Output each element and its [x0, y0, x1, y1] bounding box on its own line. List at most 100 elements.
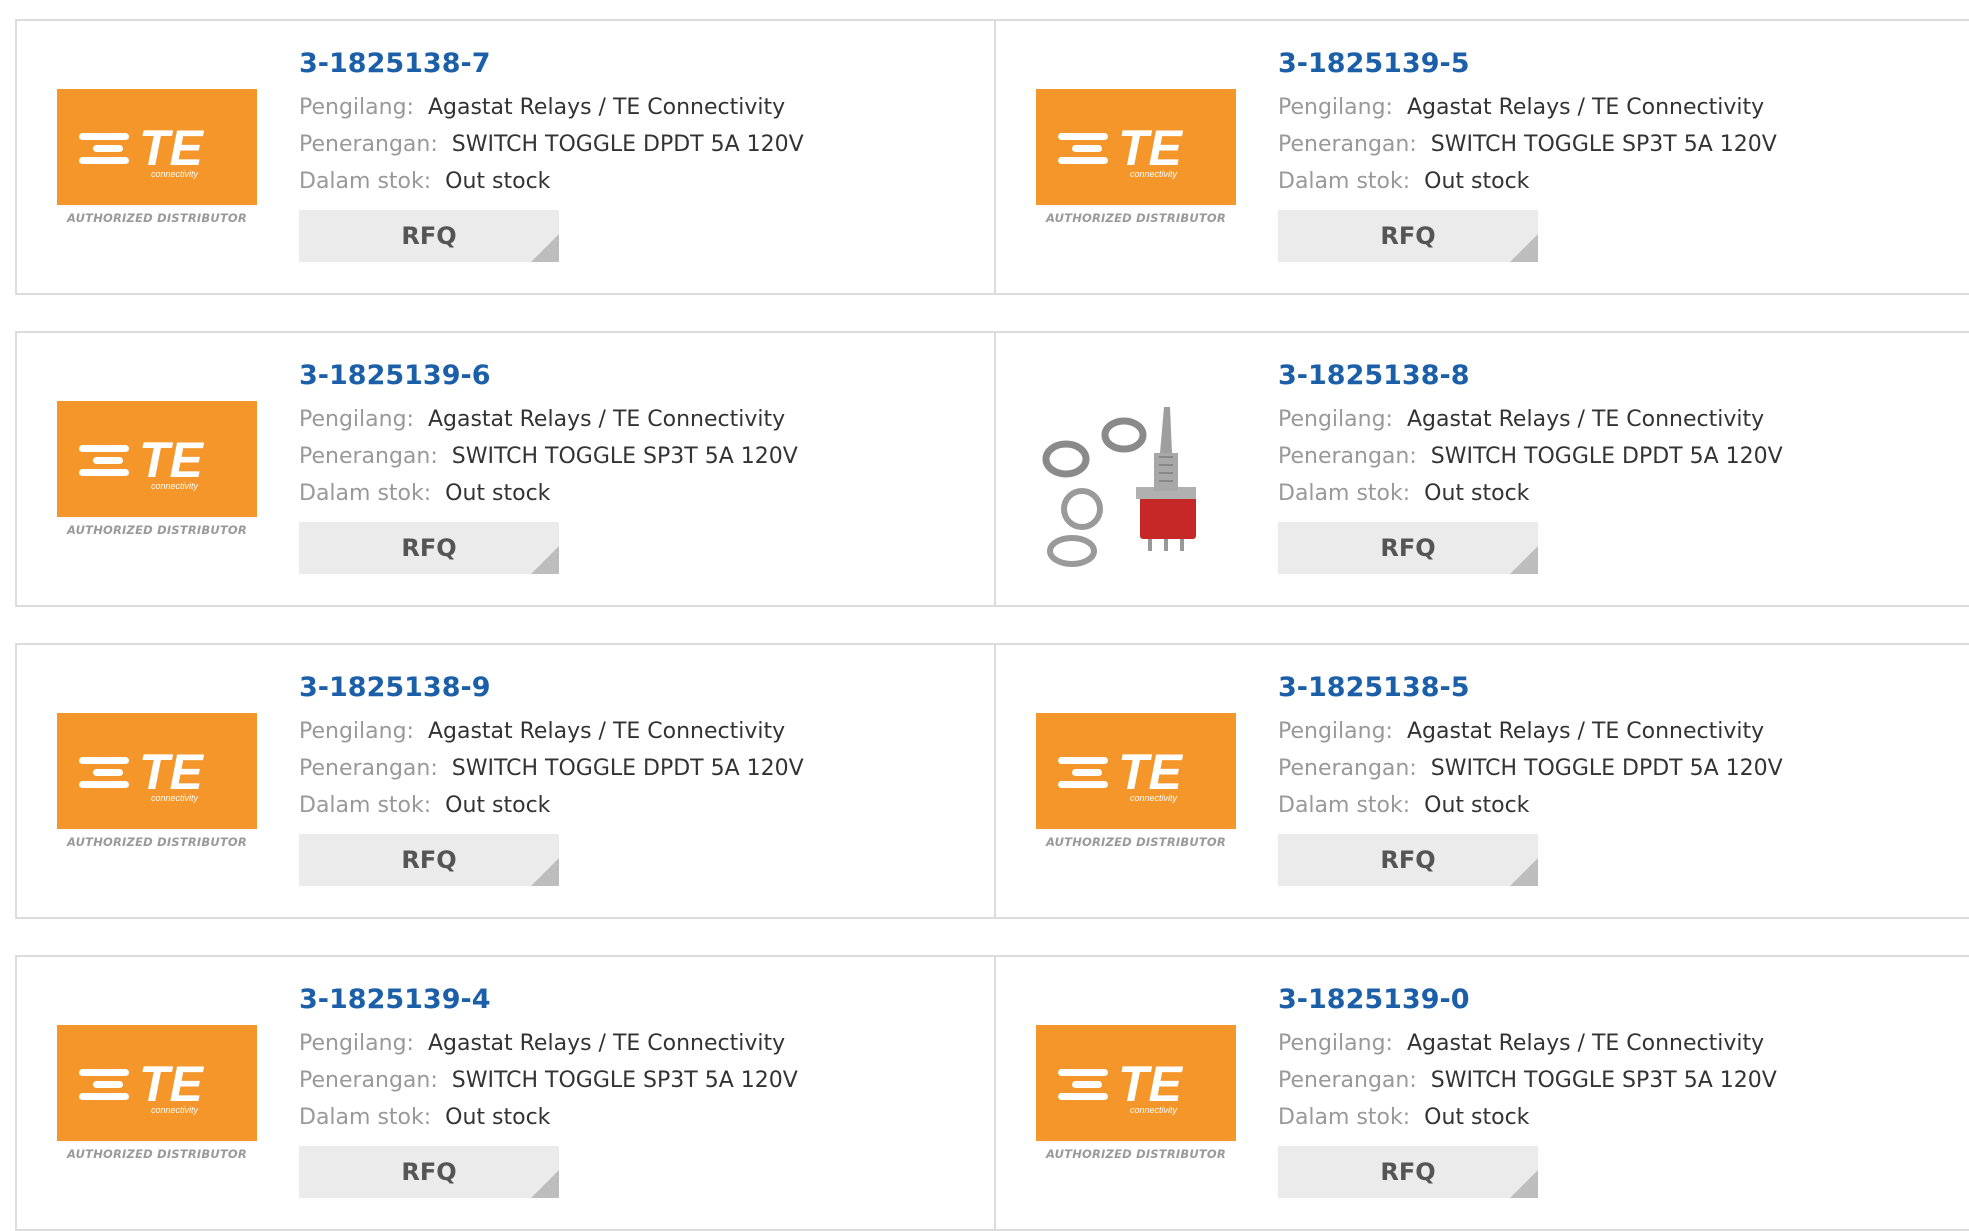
stock-row: Dalam stok: Out stock: [299, 163, 804, 200]
stock-label: Dalam stok:: [1278, 793, 1411, 818]
rfq-button[interactable]: RFQ: [1278, 1146, 1538, 1198]
stock-label: Dalam stok:: [299, 481, 432, 506]
te-logo-image[interactable]: TE connectivity AUTHORIZED DISTRIBUTOR: [57, 401, 257, 551]
rfq-button-label: RFQ: [401, 846, 457, 874]
manufacturer-label: Pengilang:: [1278, 407, 1393, 432]
rfq-button[interactable]: RFQ: [299, 1146, 559, 1198]
description-row: Penerangan: SWITCH TOGGLE DPDT 5A 120V: [1278, 750, 1783, 787]
te-logo-image[interactable]: TE connectivity AUTHORIZED DISTRIBUTOR: [57, 713, 257, 863]
te-logo-image[interactable]: TE connectivity AUTHORIZED DISTRIBUTOR: [57, 89, 257, 239]
corner-triangle-icon: [531, 858, 559, 886]
description-value: SWITCH TOGGLE SP3T 5A 120V: [451, 1068, 798, 1093]
te-logo-image[interactable]: TE connectivity AUTHORIZED DISTRIBUTOR: [1036, 89, 1236, 239]
stock-label: Dalam stok:: [1278, 481, 1411, 506]
manufacturer-row: Pengilang: Agastat Relays / TE Connectivi…: [299, 1025, 798, 1062]
svg-text:TE: TE: [1118, 120, 1184, 176]
svg-text:TE: TE: [1118, 744, 1184, 800]
part-number-link[interactable]: 3-1825139-0: [1278, 983, 1777, 1017]
stock-row: Dalam stok: Out stock: [1278, 163, 1777, 200]
manufacturer-label: Pengilang:: [299, 407, 414, 432]
corner-triangle-icon: [531, 546, 559, 574]
corner-triangle-icon: [531, 234, 559, 262]
description-label: Penerangan:: [1278, 756, 1417, 781]
rfq-button-label: RFQ: [401, 1158, 457, 1186]
manufacturer-label: Pengilang:: [299, 1031, 414, 1056]
manufacturer-value: Agastat Relays / TE Connectivity: [1406, 719, 1765, 744]
te-logo-image[interactable]: TE connectivity AUTHORIZED DISTRIBUTOR: [1036, 1025, 1236, 1175]
manufacturer-row: Pengilang: Agastat Relays / TE Connectivi…: [299, 713, 804, 750]
part-number-link[interactable]: 3-1825139-6: [299, 359, 798, 393]
stock-label: Dalam stok:: [1278, 169, 1411, 194]
stock-value: Out stock: [445, 169, 551, 194]
te-logo-image[interactable]: TE connectivity AUTHORIZED DISTRIBUTOR: [1036, 713, 1236, 863]
rfq-button-label: RFQ: [1380, 534, 1436, 562]
description-row: Penerangan: SWITCH TOGGLE DPDT 5A 120V: [299, 126, 804, 163]
stock-label: Dalam stok:: [299, 793, 432, 818]
product-info: 3-1825139-0 Pengilang: Agastat Relays / T…: [1278, 983, 1777, 1198]
part-number-link[interactable]: 3-1825138-5: [1278, 671, 1783, 705]
svg-text:TE: TE: [139, 1056, 205, 1112]
part-number-link[interactable]: 3-1825139-4: [299, 983, 798, 1017]
part-number-link[interactable]: 3-1825138-8: [1278, 359, 1783, 393]
manufacturer-label: Pengilang:: [1278, 719, 1393, 744]
description-label: Penerangan:: [1278, 1068, 1417, 1093]
rfq-button[interactable]: RFQ: [1278, 834, 1538, 886]
description-row: Penerangan: SWITCH TOGGLE SP3T 5A 120V: [299, 1062, 798, 1099]
description-label: Penerangan:: [299, 1068, 438, 1093]
product-grid: TE connectivity AUTHORIZED DISTRIBUTOR 3…: [15, 19, 1969, 1231]
stock-row: Dalam stok: Out stock: [1278, 1099, 1777, 1136]
te-logo-icon: TE connectivity: [57, 401, 257, 517]
logo-caption: AUTHORIZED DISTRIBUTOR: [67, 211, 247, 225]
toggle-switch-photo[interactable]: [1036, 377, 1236, 577]
stock-row: Dalam stok: Out stock: [299, 787, 804, 824]
description-label: Penerangan:: [1278, 132, 1417, 157]
description-value: SWITCH TOGGLE SP3T 5A 120V: [1430, 132, 1777, 157]
part-number-link[interactable]: 3-1825139-5: [1278, 47, 1777, 81]
logo-caption: AUTHORIZED DISTRIBUTOR: [67, 1147, 247, 1161]
description-value: SWITCH TOGGLE DPDT 5A 120V: [451, 132, 804, 157]
svg-text:connectivity: connectivity: [151, 1105, 199, 1115]
manufacturer-value: Agastat Relays / TE Connectivity: [427, 1031, 786, 1056]
svg-text:TE: TE: [1118, 1056, 1184, 1112]
description-value: SWITCH TOGGLE DPDT 5A 120V: [1430, 756, 1783, 781]
rfq-button[interactable]: RFQ: [299, 834, 559, 886]
stock-row: Dalam stok: Out stock: [299, 475, 798, 512]
product-card: 3-1825138-8 Pengilang: Agastat Relays / T…: [994, 331, 1969, 607]
svg-text:TE: TE: [139, 120, 205, 176]
te-logo-icon: TE connectivity: [1036, 713, 1236, 829]
te-logo-icon: TE connectivity: [57, 89, 257, 205]
te-logo-icon: TE connectivity: [1036, 89, 1236, 205]
svg-text:connectivity: connectivity: [151, 481, 199, 491]
part-number-link[interactable]: 3-1825138-9: [299, 671, 804, 705]
description-label: Penerangan:: [1278, 444, 1417, 469]
rfq-button-label: RFQ: [1380, 1158, 1436, 1186]
stock-value: Out stock: [445, 1105, 551, 1130]
manufacturer-value: Agastat Relays / TE Connectivity: [1406, 1031, 1765, 1056]
stock-row: Dalam stok: Out stock: [299, 1099, 798, 1136]
rfq-button[interactable]: RFQ: [1278, 210, 1538, 262]
description-value: SWITCH TOGGLE SP3T 5A 120V: [451, 444, 798, 469]
svg-text:connectivity: connectivity: [1130, 1105, 1178, 1115]
te-logo-icon: TE connectivity: [57, 1025, 257, 1141]
description-value: SWITCH TOGGLE DPDT 5A 120V: [1430, 444, 1783, 469]
manufacturer-row: Pengilang: Agastat Relays / TE Connectivi…: [299, 89, 804, 126]
manufacturer-value: Agastat Relays / TE Connectivity: [1406, 407, 1765, 432]
product-card: TE connectivity AUTHORIZED DISTRIBUTOR 3…: [994, 955, 1969, 1231]
product-info: 3-1825138-8 Pengilang: Agastat Relays / T…: [1278, 359, 1783, 574]
toggle-switch-icon: [1042, 407, 1196, 567]
product-card: TE connectivity AUTHORIZED DISTRIBUTOR 3…: [15, 19, 994, 295]
te-logo-image[interactable]: TE connectivity AUTHORIZED DISTRIBUTOR: [57, 1025, 257, 1175]
description-value: SWITCH TOGGLE SP3T 5A 120V: [1430, 1068, 1777, 1093]
description-label: Penerangan:: [299, 756, 438, 781]
rfq-button[interactable]: RFQ: [299, 210, 559, 262]
rfq-button[interactable]: RFQ: [299, 522, 559, 574]
stock-row: Dalam stok: Out stock: [1278, 475, 1783, 512]
stock-value: Out stock: [1424, 481, 1530, 506]
manufacturer-row: Pengilang: Agastat Relays / TE Connectivi…: [1278, 1025, 1777, 1062]
rfq-button[interactable]: RFQ: [1278, 522, 1538, 574]
manufacturer-label: Pengilang:: [1278, 1031, 1393, 1056]
part-number-link[interactable]: 3-1825138-7: [299, 47, 804, 81]
stock-label: Dalam stok:: [1278, 1105, 1411, 1130]
rfq-button-label: RFQ: [401, 534, 457, 562]
description-value: SWITCH TOGGLE DPDT 5A 120V: [451, 756, 804, 781]
